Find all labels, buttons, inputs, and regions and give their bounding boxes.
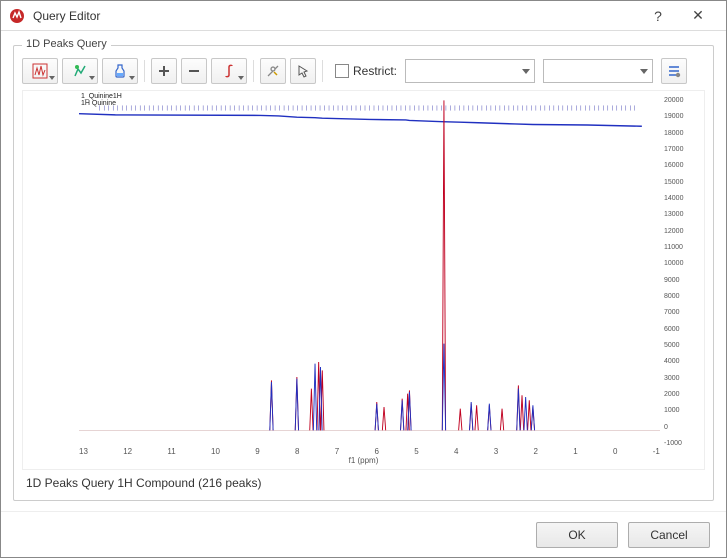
toolbar-separator [253, 60, 254, 82]
titlebar: Query Editor ? ✕ [1, 1, 726, 31]
minus-icon [186, 63, 202, 79]
list-icon [666, 63, 682, 79]
restrict-combo-1[interactable] [405, 59, 535, 83]
tools-button[interactable] [260, 58, 286, 84]
remove-button[interactable] [181, 58, 207, 84]
toolbar-separator [144, 60, 145, 82]
tools-icon [265, 63, 281, 79]
analyze-button[interactable] [62, 58, 98, 84]
bottle-icon [112, 63, 128, 79]
peaks-query-groupbox: 1D Peaks Query [13, 45, 714, 501]
chevron-down-icon [522, 69, 530, 74]
chevron-down-icon [640, 69, 648, 74]
query-editor-window: Query Editor ? ✕ 1D Peaks Query [0, 0, 727, 558]
spectrum-icon [32, 63, 48, 79]
help-button[interactable]: ? [638, 2, 678, 30]
add-button[interactable] [151, 58, 177, 84]
restrict-label: Restrict: [353, 64, 397, 78]
footer: OK Cancel [1, 511, 726, 557]
ok-button[interactable]: OK [536, 522, 618, 548]
y-axis: 2000019000180001700016000150001400013000… [664, 97, 700, 447]
integral-icon [221, 63, 237, 79]
toolbar-separator [322, 60, 323, 82]
spectrum-plot[interactable]: 1_Quinine1H 1H Quinine 20000190001800017… [22, 90, 705, 470]
toolbar: Restrict: [22, 56, 705, 90]
cancel-button[interactable]: Cancel [628, 522, 710, 548]
close-button[interactable]: ✕ [678, 2, 718, 30]
groupbox-label: 1D Peaks Query [22, 38, 111, 50]
status-line: 1D Peaks Query 1H Compound (216 peaks) [22, 470, 705, 492]
restrict-combo-2[interactable] [543, 59, 653, 83]
list-button[interactable] [661, 58, 687, 84]
app-logo-icon [9, 8, 25, 24]
bottle-button[interactable] [102, 58, 138, 84]
cursor-button[interactable] [290, 58, 316, 84]
integral-button[interactable] [211, 58, 247, 84]
window-title: Query Editor [33, 9, 638, 23]
plus-icon [156, 63, 172, 79]
restrict-checkbox[interactable] [335, 64, 349, 78]
plot-area [79, 97, 660, 447]
spectrum-mode-button[interactable] [22, 58, 58, 84]
analyze-icon [72, 63, 88, 79]
cursor-icon [295, 63, 311, 79]
content-area: 1D Peaks Query [1, 31, 726, 511]
x-axis-label: f1 (ppm) [349, 456, 379, 465]
